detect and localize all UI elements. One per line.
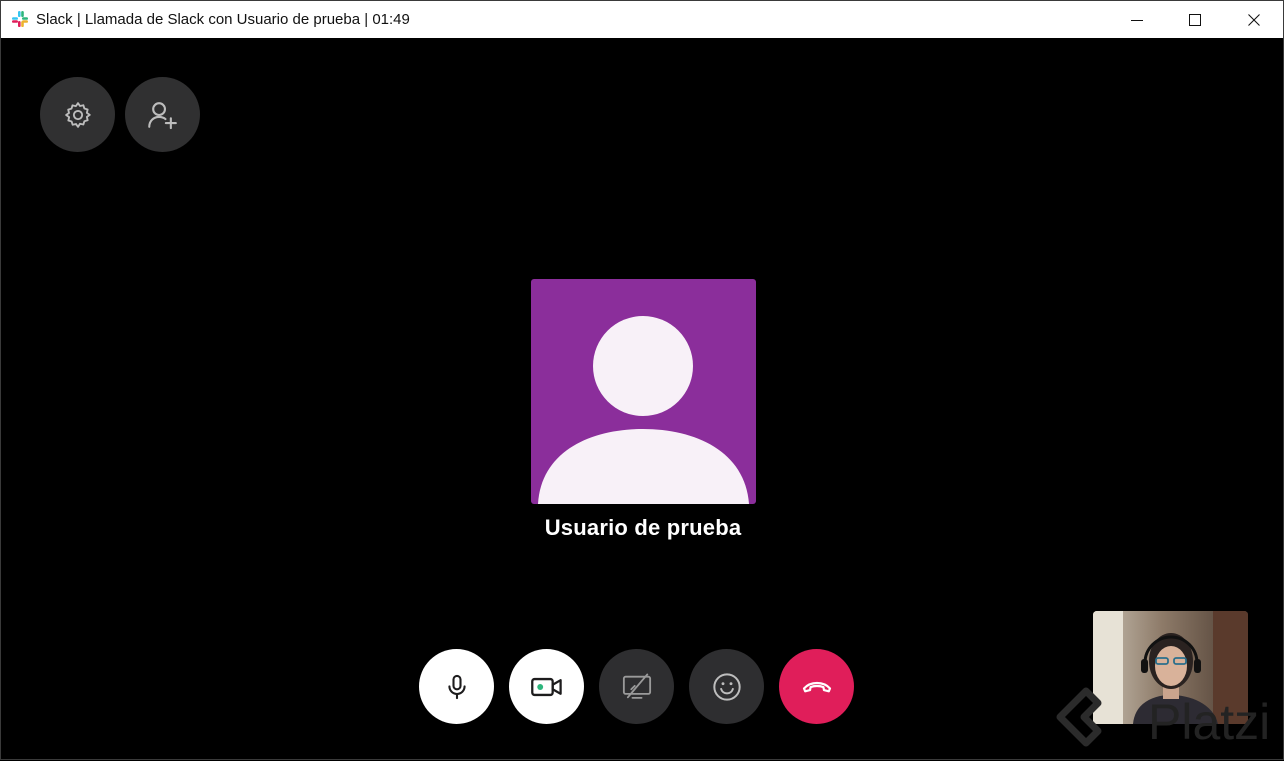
video-camera-icon (530, 677, 562, 696)
slack-call-window: Slack | Llamada de Slack con Usuario de … (0, 0, 1284, 760)
reaction-button[interactable] (689, 649, 764, 724)
minimize-icon (1131, 19, 1143, 21)
settings-button[interactable] (40, 77, 115, 152)
hang-up-icon (802, 681, 831, 692)
window-title: Slack | Llamada de Slack con Usuario de … (36, 11, 410, 28)
add-participant-button[interactable] (125, 77, 200, 152)
close-button[interactable] (1225, 1, 1283, 38)
emoji-icon (712, 672, 741, 701)
microphone-icon (447, 674, 466, 699)
close-icon (1248, 13, 1260, 26)
hang-up-button[interactable] (779, 649, 854, 724)
maximize-button[interactable] (1166, 1, 1224, 38)
microphone-button[interactable] (419, 649, 494, 724)
video-button[interactable] (509, 649, 584, 724)
gear-icon (64, 101, 91, 128)
screen-share-button[interactable] (599, 649, 674, 724)
title-bar[interactable]: Slack | Llamada de Slack con Usuario de … (1, 1, 1283, 38)
default-user-icon (538, 316, 749, 504)
maximize-icon (1189, 13, 1201, 26)
slack-icon (12, 11, 28, 27)
participant-name: Usuario de prueba (544, 515, 742, 540)
minimize-button[interactable] (1108, 1, 1166, 38)
add-user-icon (147, 101, 177, 129)
platzi-watermark: Platzi (1056, 687, 1270, 750)
screen-share-off-icon (622, 673, 651, 699)
participant-avatar (531, 279, 756, 504)
watermark-text: Platzi (1148, 694, 1270, 750)
